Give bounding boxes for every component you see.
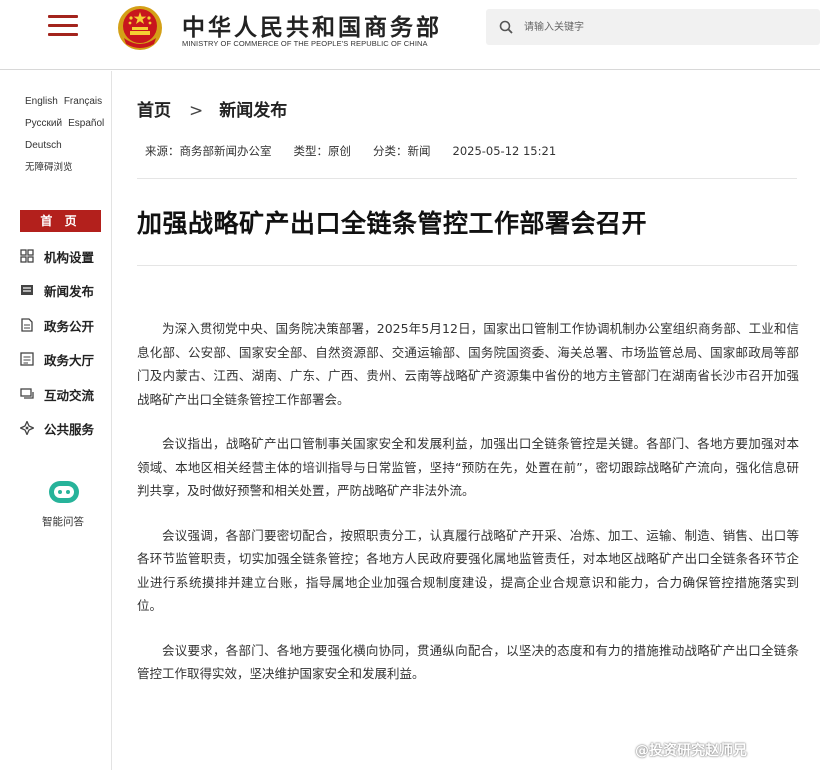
divider xyxy=(137,178,797,179)
lang-russian[interactable]: Русский xyxy=(25,118,62,129)
chat-icon xyxy=(20,388,34,399)
search-icon[interactable] xyxy=(498,19,514,35)
nav-item-news[interactable]: 新闻发布 xyxy=(20,280,110,300)
grid-icon xyxy=(20,249,34,263)
news-icon xyxy=(21,285,33,295)
language-links: English Français Русский Español Deutsch 无… xyxy=(25,91,110,179)
site-title[interactable]: 中华人民共和国商务部 xyxy=(182,8,442,42)
nav-item-organization[interactable]: 机构设置 xyxy=(20,246,110,266)
nav-label: 政务大厅 xyxy=(44,353,95,368)
national-emblem-icon xyxy=(118,6,162,50)
lang-german[interactable]: Deutsch xyxy=(25,140,62,151)
watermark: @投资研究赵师兄 xyxy=(614,740,747,760)
meta-category: 分类：新闻 xyxy=(373,144,431,158)
nav-label: 公共服务 xyxy=(44,422,95,437)
hamburger-menu-icon[interactable] xyxy=(48,15,78,37)
lang-french[interactable]: Français xyxy=(64,96,102,107)
lang-english[interactable]: English xyxy=(25,96,58,107)
weibo-icon xyxy=(614,744,631,757)
robot-icon[interactable] xyxy=(46,477,82,507)
article-paragraph: 为深入贯彻党中央、国务院决策部署，2025年5月12日，国家出口管制工作协调机制… xyxy=(137,321,799,407)
document-icon xyxy=(21,318,33,332)
site-header: 中华人民共和国商务部 MINISTRY OF COMMERCE OF THE P… xyxy=(0,0,820,70)
breadcrumb-current[interactable]: 新闻发布 xyxy=(219,101,287,121)
ai-assistant-label[interactable]: 智能问答 xyxy=(42,514,84,529)
article-paragraph: 会议要求，各部门、各地方要强化横向协同，贯通纵向配合，以坚决的态度和有力的措施推… xyxy=(137,642,799,682)
meta-datetime: 2025-05-12 15:21 xyxy=(452,144,557,158)
nav-label: 机构设置 xyxy=(44,250,95,265)
divider xyxy=(137,265,797,266)
meta-type: 类型：原创 xyxy=(293,144,352,158)
article-paragraph: 会议指出，战略矿产出口管制事关国家安全和发展利益，加强出口全链条管控是关键。各部… xyxy=(137,436,799,498)
service-icon xyxy=(20,421,34,435)
nav-label: 政务公开 xyxy=(44,319,95,334)
article-meta: 来源：商务部新闻办公室 类型：原创 分类：新闻 2025-05-12 15:21 xyxy=(145,143,578,159)
site-subtitle: MINISTRY OF COMMERCE OF THE PEOPLE'S REP… xyxy=(182,39,428,48)
meta-source: 来源：商务部新闻办公室 xyxy=(145,144,272,158)
search-box[interactable] xyxy=(486,9,820,45)
nav-item-hall[interactable]: 政务大厅 xyxy=(20,349,110,369)
breadcrumb: 首页 > 新闻发布 xyxy=(137,96,287,121)
left-sidebar: English Français Русский Español Deutsch 无… xyxy=(0,71,112,770)
nav-item-services[interactable]: 公共服务 xyxy=(20,418,110,438)
hall-icon xyxy=(20,352,34,366)
lang-spanish[interactable]: Español xyxy=(68,118,104,129)
nav-label: 互动交流 xyxy=(44,388,95,403)
article-title: 加强战略矿产出口全链条管控工作部署会召开 xyxy=(137,209,648,238)
nav-label: 新闻发布 xyxy=(44,284,95,299)
accessibility-link[interactable]: 无障碍浏览 xyxy=(25,162,73,173)
search-input[interactable] xyxy=(524,17,804,37)
nav-item-interaction[interactable]: 互动交流 xyxy=(20,384,110,404)
home-button[interactable]: 首 页 xyxy=(20,210,101,232)
breadcrumb-home[interactable]: 首页 xyxy=(137,101,171,121)
nav-item-affairs[interactable]: 政务公开 xyxy=(20,315,110,335)
article-body: 为深入贯彻党中央、国务院决策部署，2025年5月12日，国家出口管制工作协调机制… xyxy=(137,317,799,707)
article-paragraph: 会议强调，各部门要密切配合，按照职责分工，认真履行战略矿产开采、冶炼、加工、运输… xyxy=(137,527,799,614)
breadcrumb-separator: > xyxy=(189,101,204,121)
watermark-text: @投资研究赵师兄 xyxy=(635,743,747,759)
